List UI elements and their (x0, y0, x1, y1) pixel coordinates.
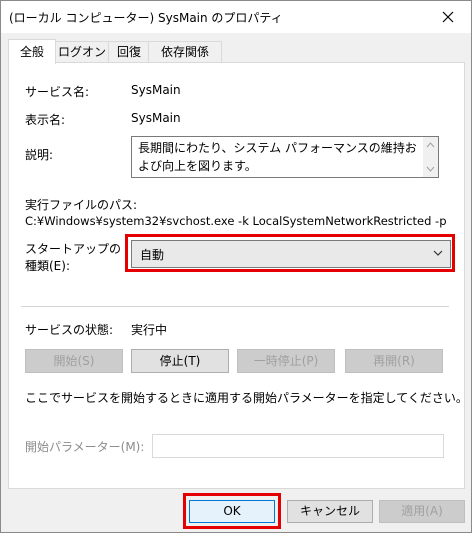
params-input[interactable] (152, 434, 444, 458)
display-name-value: SysMain (131, 111, 181, 125)
title-bar: (ローカル コンピューター) SysMain のプロパティ (1, 1, 471, 33)
apply-button[interactable]: 適用(A) (379, 500, 465, 523)
window-title: (ローカル コンピューター) SysMain のプロパティ (9, 11, 283, 25)
exe-path-value: C:¥Windows¥system32¥svchost.exe -k Local… (25, 214, 447, 228)
tab-logon[interactable]: ログオン (54, 41, 110, 62)
startup-type-value: 自動 (140, 248, 165, 262)
scroll-up-icon (426, 142, 435, 148)
status-label: サービスの状態: (25, 323, 114, 337)
cancel-button[interactable]: キャンセル (287, 500, 373, 523)
tab-recovery[interactable]: 回復 (108, 41, 150, 62)
startup-type-label-line2: 種類(E): (25, 259, 70, 273)
params-label: 開始パラメーター(M): (25, 440, 145, 454)
separator (21, 306, 449, 307)
stop-button[interactable]: 停止(T) (131, 349, 229, 373)
ok-button[interactable]: OK (189, 500, 275, 523)
general-panel: サービス名: SysMain 表示名: SysMain 説明: 長期間にわたり、… (8, 62, 468, 489)
status-value: 実行中 (131, 323, 168, 337)
description-label: 説明: (25, 148, 54, 162)
display-name-label: 表示名: (25, 113, 66, 127)
scroll-down-icon (426, 166, 435, 172)
pause-button[interactable]: 一時停止(P) (237, 349, 335, 373)
tab-dependencies[interactable]: 依存関係 (148, 41, 222, 62)
description-text: 長期間にわたり、システム パフォーマンスの維持および向上を図ります。 (138, 141, 417, 173)
startup-type-label-line1: スタートアップの (25, 242, 122, 256)
description-box[interactable]: 長期間にわたり、システム パフォーマンスの維持および向上を図ります。 (131, 136, 439, 178)
params-hint: ここでサービスを開始するときに適用する開始パラメーターを指定してください。 (25, 391, 468, 405)
service-name-value: SysMain (131, 83, 181, 97)
chevron-down-icon (433, 250, 443, 256)
start-button[interactable]: 開始(S) (25, 349, 123, 373)
close-icon (442, 11, 454, 23)
description-scrollbar[interactable] (423, 137, 438, 177)
service-name-label: サービス名: (25, 85, 90, 99)
startup-type-select[interactable]: 自動 (131, 240, 451, 268)
close-button[interactable] (425, 1, 471, 33)
exe-path-label: 実行ファイルのパス: (25, 198, 138, 212)
resume-button[interactable]: 再開(R) (345, 349, 443, 373)
properties-dialog: (ローカル コンピューター) SysMain のプロパティ 全般 ログオン 回復… (0, 0, 472, 533)
tab-general[interactable]: 全般 (8, 39, 56, 64)
